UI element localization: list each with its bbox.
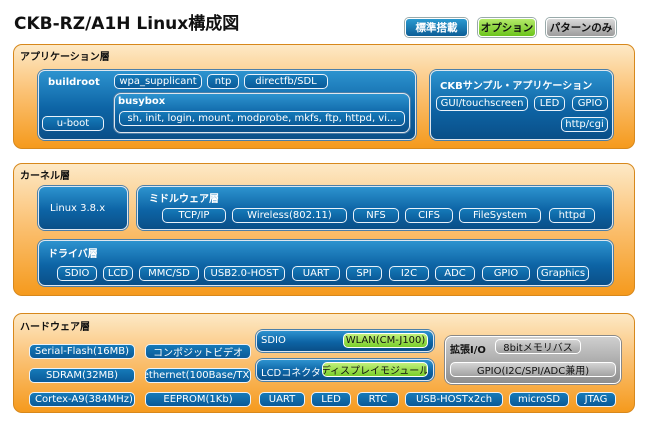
rtc-chip: RTC bbox=[357, 392, 399, 407]
composite-video-chip: コンポジットビデオ bbox=[145, 344, 251, 359]
hardware-layer-title: ハードウェア層 bbox=[20, 322, 90, 333]
http-cgi-chip: http/cgi bbox=[561, 117, 608, 132]
tcpip-chip: TCP/IP bbox=[162, 208, 226, 223]
driver-usb-chip: USB2.0-HOST bbox=[204, 266, 285, 281]
driver-mmcsd-chip: MMC/SD bbox=[139, 266, 199, 281]
wireless-chip: Wireless(802.11) bbox=[232, 208, 347, 223]
expansion-io-label: 拡張I/O bbox=[450, 345, 486, 356]
wpa-supplicant-chip: wpa_supplicant bbox=[114, 74, 202, 89]
jtag-chip: JTAG bbox=[576, 392, 616, 407]
driver-spi-chip: SPI bbox=[346, 266, 382, 281]
sdio-hw-label: SDIO bbox=[261, 335, 286, 346]
page-title: CKB-RZ/A1H Linux構成図 bbox=[14, 14, 240, 34]
gpio-app-chip: GPIO bbox=[572, 96, 608, 111]
cortex-a9-chip: Cortex-A9(384MHz) bbox=[29, 392, 135, 407]
microsd-chip: microSD bbox=[509, 392, 569, 407]
cifs-chip: CIFS bbox=[405, 208, 453, 223]
kernel-layer-title: カーネル層 bbox=[20, 171, 70, 182]
driver-adc-chip: ADC bbox=[435, 266, 475, 281]
application-layer-title: アプリケーション層 bbox=[20, 52, 110, 63]
filesystem-chip: FileSystem bbox=[459, 208, 541, 223]
uboot-chip: u-boot bbox=[42, 116, 104, 131]
driver-graphics-chip: Graphics bbox=[537, 266, 589, 281]
legend-standard: 標準搭載 bbox=[405, 18, 468, 37]
usb-host-chip: USB-HOSTx2ch bbox=[405, 392, 503, 407]
driver-sdio-chip: SDIO bbox=[57, 266, 97, 281]
sdram-chip: SDRAM(32MB) bbox=[29, 368, 135, 383]
buildroot-label: buildroot bbox=[48, 77, 100, 88]
eeprom-chip: EEPROM(1Kb) bbox=[145, 392, 251, 407]
directfb-sdl-chip: directfb/SDL bbox=[244, 74, 328, 89]
gpio-expansion-chip: GPIO(I2C/SPI/ADC兼用) bbox=[450, 362, 616, 377]
driver-uart-chip: UART bbox=[292, 266, 340, 281]
lcd-connector-label: LCDコネクタ bbox=[261, 368, 321, 379]
led-app-chip: LED bbox=[534, 96, 565, 111]
led-hw-chip: LED bbox=[311, 392, 351, 407]
nfs-chip: NFS bbox=[353, 208, 399, 223]
linux-version-label: Linux 3.8.x bbox=[50, 203, 106, 214]
ntp-chip: ntp bbox=[207, 74, 239, 89]
legend-option: オプション bbox=[478, 18, 536, 37]
display-module-chip: ディスプレイモジュール bbox=[322, 362, 428, 377]
busybox-label: busybox bbox=[118, 96, 166, 107]
serial-flash-chip: Serial-Flash(16MB) bbox=[29, 344, 135, 359]
legend-pattern-only: パターンのみ bbox=[546, 18, 616, 37]
drivers-label: ドライバ層 bbox=[48, 249, 98, 260]
uart-hw-chip: UART bbox=[259, 392, 305, 407]
middleware-label: ミドルウェア層 bbox=[149, 194, 219, 205]
httpd-chip: httpd bbox=[549, 208, 595, 223]
wlan-module-chip: WLAN(CM-J100) bbox=[343, 333, 428, 348]
busybox-commands-chip: sh, init, login, mount, modprobe, mkfs, … bbox=[119, 111, 405, 126]
ethernet-chip: ethernet(100Base/TX) bbox=[145, 368, 251, 383]
driver-i2c-chip: I2C bbox=[389, 266, 429, 281]
gui-touchscreen-chip: GUI/touchscreen bbox=[436, 96, 528, 111]
driver-gpio-chip: GPIO bbox=[482, 266, 530, 281]
memory-bus-chip: 8bitメモリバス bbox=[495, 339, 581, 354]
ckb-apps-label: CKBサンプル・アプリケーション bbox=[440, 81, 593, 92]
driver-lcd-chip: LCD bbox=[103, 266, 133, 281]
